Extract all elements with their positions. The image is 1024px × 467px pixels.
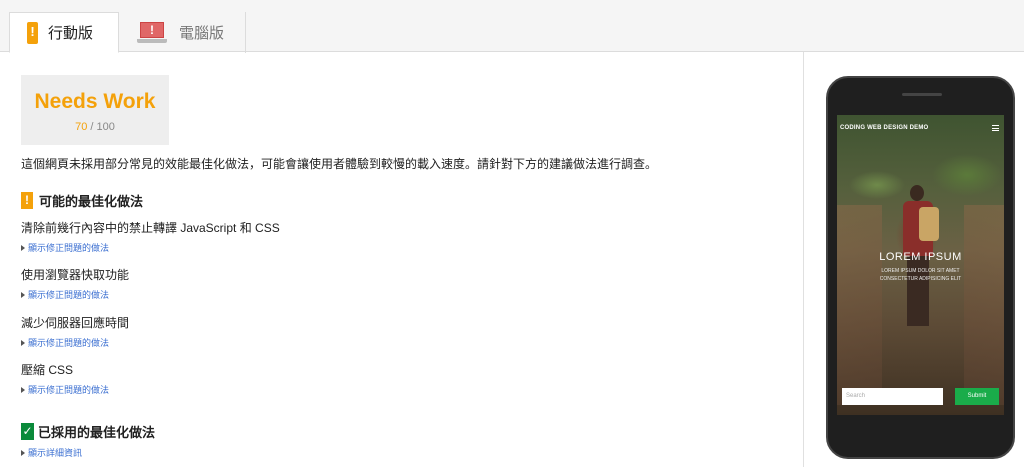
show-fix-link[interactable]: 顯示修正問題的做法 xyxy=(21,383,109,396)
hero-photo xyxy=(837,115,1004,415)
person-head xyxy=(910,185,924,201)
show-fix-link[interactable]: 顯示修正問題的做法 xyxy=(21,336,129,349)
expand-triangle-icon xyxy=(21,449,25,456)
show-fix-link[interactable]: 顯示修正問題的做法 xyxy=(21,241,280,254)
phone-preview: CODING WEB DESIGN DEMO LOREM IPSUM LOREM… xyxy=(826,76,1015,459)
tab-desktop-label: 電腦版 xyxy=(179,25,225,42)
rule-title: 使用瀏覽器快取功能 xyxy=(21,268,130,282)
score-verdict: Needs Work xyxy=(34,90,156,113)
panel-divider xyxy=(803,52,804,467)
score-value: 70 xyxy=(75,121,88,133)
hero-subtitle-line-2: CONSECTETUR ADIPISICING ELIT xyxy=(879,276,962,282)
site-brand: CODING WEB DESIGN DEMO xyxy=(840,125,929,131)
stair-rail-right xyxy=(964,205,1004,405)
rule-server-response: 減少伺服器回應時間 顯示修正問題的做法 xyxy=(21,314,129,349)
score-max: / 100 xyxy=(90,121,115,133)
score-box: Needs Work 70 / 100 xyxy=(21,75,169,145)
possible-optimizations-heading: ! 可能的最佳化做法 xyxy=(21,191,143,210)
hero-title: LOREM IPSUM xyxy=(879,251,962,263)
expand-triangle-icon xyxy=(21,291,25,298)
desktop-warning-icon xyxy=(137,21,167,44)
hamburger-menu-icon xyxy=(992,125,999,131)
rule-browser-caching: 使用瀏覽器快取功能 顯示修正問題的做法 xyxy=(21,266,129,301)
device-tab-bar: 行動版 電腦版 xyxy=(0,0,1024,53)
passed-details: 顯示詳細資訊 xyxy=(21,441,82,459)
show-details-link-label: 顯示詳細資訊 xyxy=(28,448,83,458)
tab-mobile[interactable]: 行動版 xyxy=(9,12,119,53)
summary-text: 這個網頁未採用部分常見的效能最佳化做法，可能會讓使用者體驗到較慢的載入速度。請針… xyxy=(21,157,658,171)
hero-subtitle-line-1: LOREM IPSUM DOLOR SIT AMET xyxy=(881,268,960,274)
rule-title: 減少伺服器回應時間 xyxy=(21,316,130,330)
expand-triangle-icon xyxy=(21,386,25,393)
show-fix-link-label: 顯示修正問題的做法 xyxy=(28,385,110,395)
hero-subtitle: LOREM IPSUM DOLOR SIT AMET CONSECTETUR A… xyxy=(837,267,1004,283)
rule-render-blocking: 清除前幾行內容中的禁止轉譯 JavaScript 和 CSS 顯示修正問題的做法 xyxy=(21,219,280,254)
rule-title: 清除前幾行內容中的禁止轉譯 JavaScript 和 CSS xyxy=(21,221,280,235)
score-line: 70 / 100 xyxy=(21,121,169,133)
preview-submit-button: Submit xyxy=(955,388,999,405)
show-fix-link-label: 顯示修正問題的做法 xyxy=(28,290,110,300)
checkmark-icon: ✓ xyxy=(21,423,34,440)
expand-triangle-icon xyxy=(21,244,25,251)
stair-rail-left xyxy=(837,205,882,405)
show-details-link[interactable]: 顯示詳細資訊 xyxy=(21,446,82,459)
show-fix-link[interactable]: 顯示修正問題的做法 xyxy=(21,288,129,301)
passed-optimizations-heading: ✓ 已採用的最佳化做法 xyxy=(21,422,155,441)
tab-mobile-label: 行動版 xyxy=(48,25,94,42)
mobile-warning-icon xyxy=(27,21,38,44)
show-fix-link-label: 顯示修正問題的做法 xyxy=(28,338,110,348)
passed-heading-label: 已採用的最佳化做法 xyxy=(38,425,156,440)
phone-screen: CODING WEB DESIGN DEMO LOREM IPSUM LOREM… xyxy=(837,115,1004,415)
possible-heading-label: 可能的最佳化做法 xyxy=(39,194,144,209)
warning-icon: ! xyxy=(21,192,33,209)
show-fix-link-label: 顯示修正問題的做法 xyxy=(28,243,110,253)
rule-title: 壓縮 CSS xyxy=(21,363,74,377)
rule-minify-css: 壓縮 CSS 顯示修正問題的做法 xyxy=(21,361,109,396)
expand-triangle-icon xyxy=(21,339,25,346)
preview-search-input: Search xyxy=(842,388,943,405)
phone-speaker xyxy=(902,93,942,96)
tab-desktop[interactable]: 電腦版 xyxy=(120,12,246,53)
person-backpack xyxy=(919,207,939,241)
